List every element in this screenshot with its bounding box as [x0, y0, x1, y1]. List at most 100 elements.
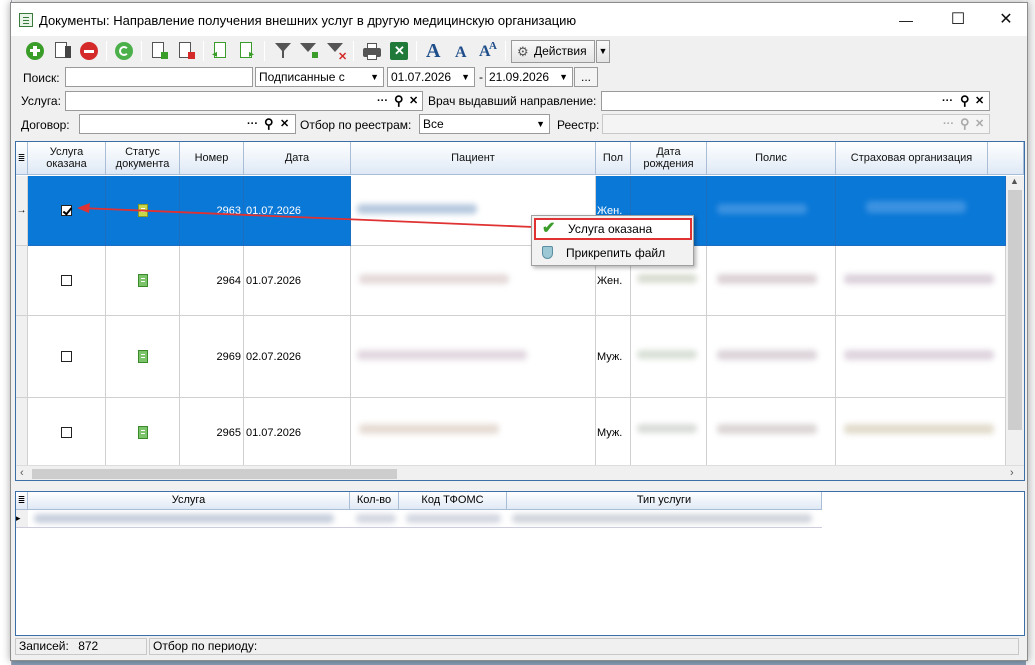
- row-marker: [16, 246, 28, 316]
- col-patient[interactable]: Пациент: [351, 142, 596, 175]
- contract-input[interactable]: ··· ⚲ ✕: [79, 114, 296, 134]
- toolbar: ◂ ▸ ✕ ✕ A A AA ⚙ Действия ▼: [14, 37, 1024, 66]
- font-reset-icon[interactable]: AA: [477, 40, 499, 62]
- column-chooser-icon[interactable]: ≣: [16, 142, 28, 175]
- documents-grid: ≣ Услуга оказана Статус документа Номер …: [15, 141, 1025, 481]
- row-date: 02.07.2026: [244, 316, 351, 398]
- col-policy[interactable]: Полис: [707, 142, 836, 175]
- subgrid-row-marker: ▸: [16, 510, 28, 527]
- subcol-service-type[interactable]: Тип услуги: [507, 492, 822, 510]
- document-icon: [19, 13, 33, 27]
- close-button[interactable]: ✕: [983, 7, 1029, 33]
- row-marker: [16, 316, 28, 398]
- delete-icon[interactable]: [78, 40, 100, 62]
- status-select[interactable]: Подписанные с: [255, 67, 384, 87]
- search-input[interactable]: [65, 67, 253, 87]
- service-label: Услуга:: [21, 94, 61, 108]
- registry-input: ··· ⚲ ✕: [602, 114, 990, 134]
- col-insurer[interactable]: Страховая организация: [836, 142, 988, 175]
- service-done-checkbox[interactable]: [61, 427, 72, 438]
- registry-ellipsis-icon: ···: [943, 118, 954, 130]
- unsign-document-icon[interactable]: [175, 40, 197, 62]
- row-date: 01.07.2026: [244, 176, 351, 246]
- col-doc-status[interactable]: Статус документа: [106, 142, 180, 175]
- doctor-label: Врач выдавший направление:: [428, 94, 597, 108]
- doctor-input[interactable]: ··· ⚲ ✕: [601, 91, 990, 111]
- maximize-button[interactable]: ☐: [935, 7, 981, 33]
- subcol-service[interactable]: Услуга: [28, 492, 350, 510]
- date-separator: -: [479, 70, 483, 84]
- title-bar: Документы: Направление получения внешних…: [11, 3, 1027, 36]
- service-ellipsis-icon[interactable]: ···: [377, 94, 388, 108]
- period-filter: Отбор по периоду:: [149, 638, 1019, 655]
- row-policy: [707, 246, 836, 316]
- font-decrease-icon[interactable]: A: [450, 40, 472, 62]
- row-number: 2963: [180, 176, 244, 246]
- table-row[interactable]: ▸: [16, 510, 822, 528]
- document-status-icon: [137, 204, 148, 217]
- subgrid-column-chooser-icon[interactable]: ≣: [16, 492, 28, 510]
- date-from-field[interactable]: 01.07.2026: [387, 67, 475, 87]
- refresh-icon[interactable]: [113, 40, 135, 62]
- service-done-checkbox[interactable]: [61, 205, 72, 216]
- sign-document-icon[interactable]: [148, 40, 170, 62]
- row-date: 01.07.2026: [244, 246, 351, 316]
- row-gender: Муж.: [596, 398, 631, 468]
- col-birth-date[interactable]: Дата рождения: [631, 142, 707, 175]
- actions-button[interactable]: ⚙ Действия: [511, 40, 595, 63]
- subcol-tfoms-code[interactable]: Код ТФОМС: [399, 492, 507, 510]
- service-search-icon[interactable]: ⚲: [394, 94, 404, 108]
- date-to-field[interactable]: 21.09.2026: [485, 67, 573, 87]
- contract-label: Договор:: [21, 118, 70, 132]
- service-done-checkbox[interactable]: [61, 351, 72, 362]
- actions-dropdown-button[interactable]: ▼: [596, 40, 610, 63]
- vertical-scrollbar[interactable]: ▲: [1006, 176, 1024, 466]
- service-clear-icon[interactable]: ✕: [409, 94, 418, 108]
- status-bar: Записей: 872 Отбор по периоду:: [15, 637, 1025, 657]
- row-marker: [16, 398, 28, 468]
- document-status-icon: [137, 426, 148, 439]
- move-right-icon[interactable]: ▸: [236, 40, 258, 62]
- contract-search-icon[interactable]: ⚲: [264, 117, 274, 131]
- row-marker: →: [16, 176, 28, 246]
- filter-icon[interactable]: [272, 40, 294, 62]
- registry-search-icon: ⚲: [960, 116, 970, 131]
- registry-filter-label: Отбор по реестрам:: [300, 118, 412, 132]
- service-input[interactable]: ··· ⚲ ✕: [65, 91, 423, 111]
- subcol-quantity[interactable]: Кол-во: [350, 492, 399, 510]
- service-done-checkbox[interactable]: [61, 275, 72, 286]
- filter-clear-icon[interactable]: ✕: [325, 40, 347, 63]
- registry-filter-select[interactable]: Все: [419, 114, 550, 134]
- registry-clear-icon: ✕: [975, 118, 985, 130]
- col-date[interactable]: Дата: [244, 142, 351, 175]
- excel-icon[interactable]: ✕: [388, 40, 410, 62]
- edit-document-icon[interactable]: [51, 40, 73, 62]
- menu-item-attach-file[interactable]: Прикрепить файл: [534, 242, 692, 264]
- col-service-done[interactable]: Услуга оказана: [28, 142, 106, 175]
- row-date: 01.07.2026: [244, 398, 351, 468]
- menu-item-service-done[interactable]: ✔ Услуга оказана: [534, 218, 692, 240]
- filter-edit-icon[interactable]: [298, 40, 320, 62]
- doctor-ellipsis-icon[interactable]: ···: [942, 94, 953, 108]
- print-icon[interactable]: [361, 40, 383, 62]
- minimize-button[interactable]: —: [883, 7, 929, 33]
- row-gender: Муж.: [596, 316, 631, 398]
- doctor-clear-icon[interactable]: ✕: [975, 94, 984, 108]
- date-more-button[interactable]: ...: [574, 67, 598, 87]
- contract-clear-icon[interactable]: ✕: [280, 117, 289, 131]
- registry-label: Реестр:: [557, 118, 600, 132]
- row-patient: [351, 398, 596, 468]
- row-number: 2964: [180, 246, 244, 316]
- col-gender[interactable]: Пол: [596, 142, 631, 175]
- contract-ellipsis-icon[interactable]: ···: [247, 117, 258, 131]
- move-left-icon[interactable]: ◂: [210, 40, 232, 62]
- doctor-search-icon[interactable]: ⚲: [960, 94, 970, 108]
- add-icon[interactable]: [24, 40, 46, 62]
- font-increase-icon[interactable]: A: [423, 40, 445, 62]
- row-birth-date: [631, 316, 707, 398]
- window-title: Документы: Направление получения внешних…: [39, 13, 577, 28]
- horizontal-scrollbar[interactable]: ‹ ›: [16, 465, 1024, 480]
- col-number[interactable]: Номер: [180, 142, 244, 175]
- check-icon: ✔: [542, 220, 556, 237]
- row-insurer: [836, 246, 1006, 316]
